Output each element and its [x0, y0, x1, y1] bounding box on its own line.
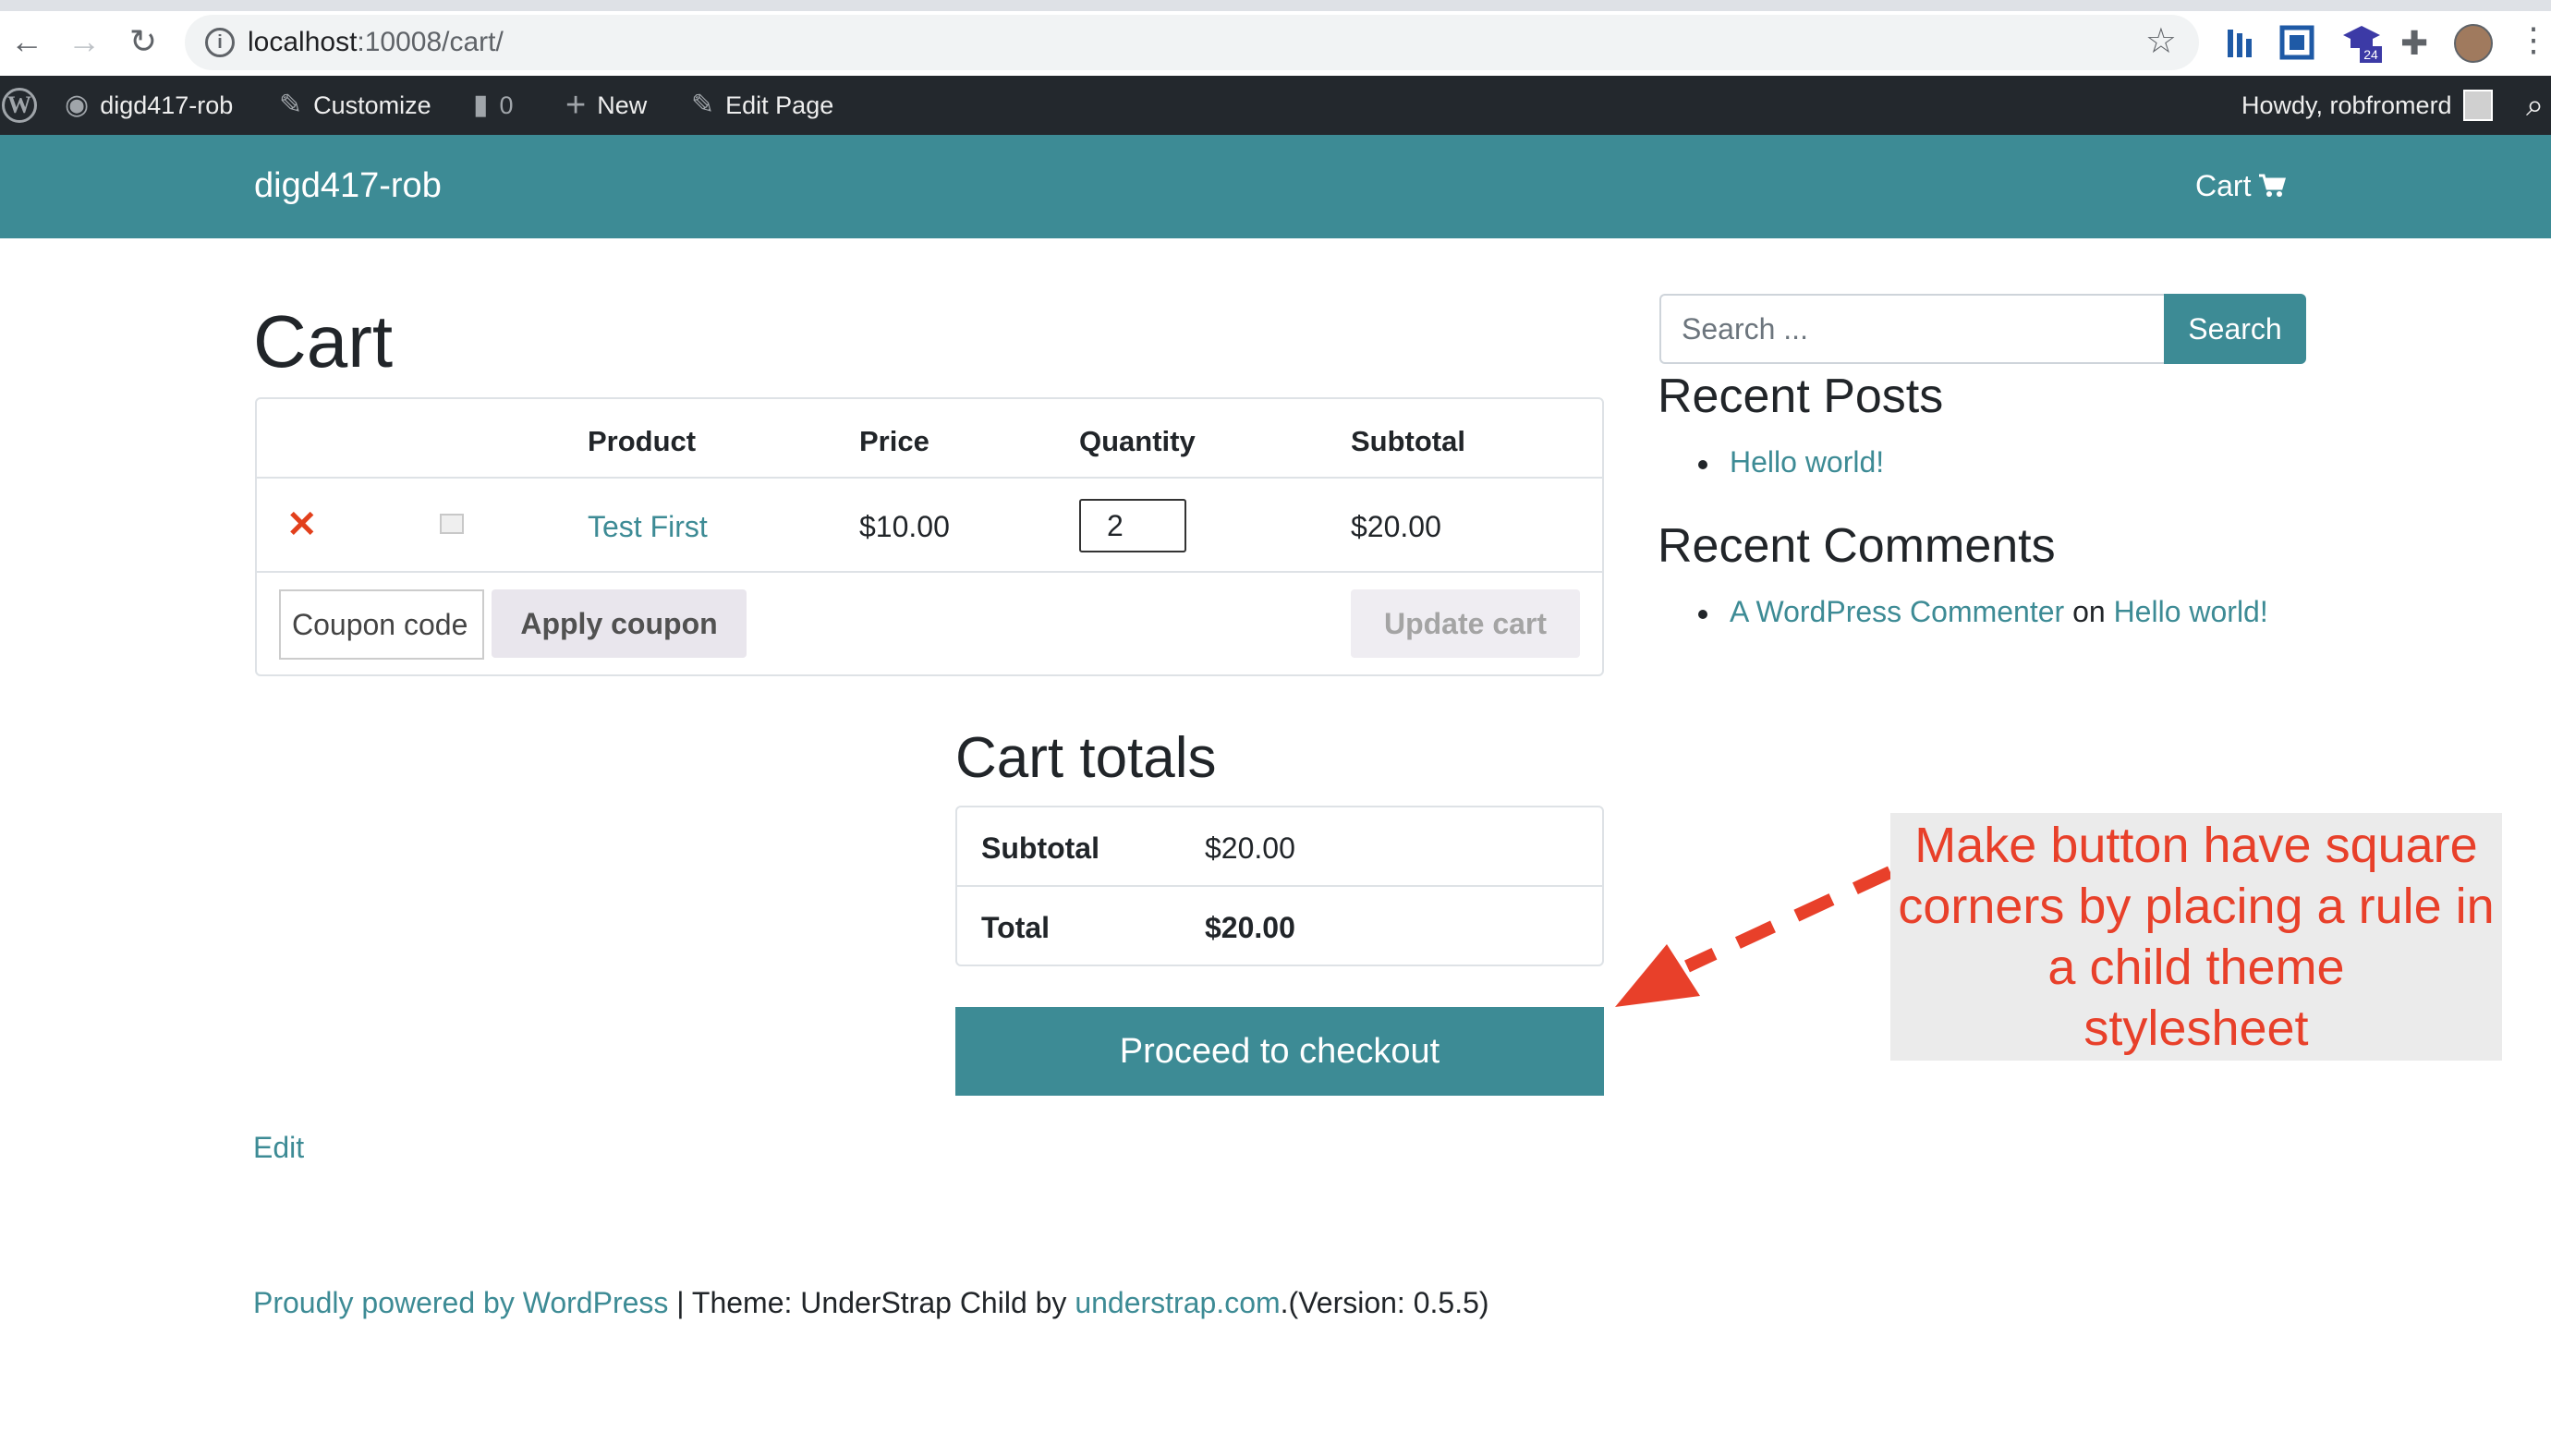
url-path: :10008/cart/: [357, 27, 504, 57]
product-thumbnail-placeholder[interactable]: [440, 514, 464, 534]
adminbar-new-link[interactable]: + New: [565, 76, 647, 135]
column-header-subtotal: Subtotal: [1351, 425, 1465, 457]
recent-comments-list: A WordPress Commenter on Hello world!: [1698, 593, 2268, 630]
annotation-line: a child theme: [2047, 940, 2345, 995]
url-host: localhost: [248, 27, 358, 57]
annotation-arrow: [1615, 866, 1893, 1007]
adminbar-comments-link[interactable]: ▮ 0: [473, 76, 514, 135]
powered-by-wordpress-link[interactable]: Proudly powered by WordPress: [253, 1286, 668, 1319]
proceed-to-checkout-button[interactable]: Proceed to checkout: [955, 1007, 1604, 1096]
totals-subtotal-label: Subtotal: [981, 831, 1099, 865]
understrap-link[interactable]: understrap.com: [1075, 1286, 1280, 1319]
paintbrush-icon: ✎: [279, 90, 303, 120]
user-avatar: [2462, 90, 2493, 121]
table-divider: [257, 571, 1602, 573]
edit-page-link[interactable]: Edit: [253, 1129, 304, 1166]
cart-totals-title: Cart totals: [955, 726, 1217, 790]
site-navbar: digd417-rob Cart: [0, 135, 2551, 238]
adminbar-search-icon[interactable]: ⌕: [2526, 76, 2544, 135]
comment-bubble-icon: ▮: [473, 90, 489, 120]
back-arrow-icon[interactable]: ←: [4, 18, 50, 65]
dashboard-icon: ◉: [65, 90, 90, 120]
page-title: Cart: [253, 300, 394, 382]
howdy-label: Howdy, robfromerd: [2241, 91, 2452, 119]
adminbar-edit-page-link[interactable]: ✎ Edit Page: [691, 76, 833, 135]
arrowhead: [1615, 944, 1700, 1007]
footer-version-text: .(Version: 0.5.5): [1280, 1286, 1489, 1319]
adminbar-edit-page-label: Edit Page: [725, 91, 834, 119]
list-bullet: [1698, 609, 1707, 619]
cart-totals-table: Subtotal $20.00 Total $20.00: [955, 806, 1604, 966]
site-info-icon[interactable]: i: [205, 28, 235, 57]
annotation-line: corners by placing a rule in: [1898, 879, 2495, 934]
coupon-code-input[interactable]: Coupon code: [279, 589, 484, 660]
reload-icon[interactable]: ↻: [120, 18, 166, 65]
recent-comments-title: Recent Comments: [1658, 519, 2056, 573]
apply-coupon-button[interactable]: Apply coupon: [492, 589, 747, 658]
pencil-icon: ✎: [691, 90, 715, 120]
comment-post-link[interactable]: Hello world!: [2114, 595, 2268, 628]
search-button[interactable]: Search: [2164, 294, 2306, 364]
totals-total-label: Total: [981, 911, 1051, 944]
adminbar-site-link[interactable]: ◉ digd417-rob: [65, 76, 233, 135]
product-price: $10.00: [859, 510, 950, 543]
bookmark-star-icon[interactable]: ☆: [2145, 20, 2177, 62]
extension-window-icon[interactable]: [2278, 24, 2315, 61]
recent-posts-title: Recent Posts: [1658, 370, 1944, 423]
annotation-line: stylesheet: [2083, 1001, 2309, 1056]
plus-icon: +: [565, 86, 587, 125]
browser-toolbar: ← → ↻ i localhost:10008/cart/ ☆ 24 ✚ ⋮: [0, 0, 2551, 76]
quantity-input[interactable]: 2: [1079, 499, 1186, 552]
nav-cart-label: Cart: [2195, 169, 2252, 202]
annotation-note: Make button have square corners by placi…: [1890, 813, 2502, 1061]
footer-theme-text: | Theme: UnderStrap Child by: [668, 1286, 1075, 1319]
product-subtotal: $20.00: [1351, 510, 1441, 543]
adminbar-customize-label: Customize: [313, 91, 431, 119]
url-text: localhost:10008/cart/: [248, 24, 504, 61]
adminbar-customize-link[interactable]: ✎ Customize: [279, 76, 431, 135]
update-cart-button[interactable]: Update cart: [1351, 589, 1580, 658]
search-input[interactable]: Search ...: [1659, 294, 2164, 364]
remove-item-icon[interactable]: ✕: [286, 506, 318, 543]
forward-arrow-icon[interactable]: →: [61, 18, 107, 65]
table-divider: [257, 477, 1602, 479]
cart-table: Product Price Quantity Subtotal ✕ Test F…: [255, 397, 1604, 676]
shopping-cart-icon: [2259, 174, 2287, 197]
extension-icon[interactable]: [2222, 24, 2259, 61]
wp-logo-menu[interactable]: W: [2, 76, 37, 135]
table-divider: [957, 885, 1602, 887]
adminbar-account-menu[interactable]: Howdy, robfromerd: [2241, 76, 2493, 135]
recent-posts-list: Hello world!: [1698, 443, 1884, 480]
comment-on-text: on: [2072, 595, 2106, 628]
site-title[interactable]: digd417-rob: [254, 163, 442, 209]
site-footer: Proudly powered by WordPress | Theme: Un…: [253, 1284, 1489, 1321]
adminbar-new-label: New: [597, 91, 648, 119]
totals-subtotal-value: $20.00: [1205, 831, 1295, 865]
product-name-link[interactable]: Test First: [588, 508, 708, 545]
address-bar[interactable]: i localhost:10008/cart/ ☆: [185, 15, 2199, 70]
annotation-line: Make button have square: [1914, 818, 2478, 873]
comments-count: 0: [499, 91, 514, 119]
puzzle-icon[interactable]: ✚: [2400, 24, 2428, 63]
list-bullet: [1698, 459, 1707, 469]
nav-cart-link[interactable]: Cart: [2195, 164, 2287, 207]
wp-admin-bar: W ◉ digd417-rob ✎ Customize ▮ 0 + New ✎ Edit …: [0, 76, 2551, 135]
extension-cap-icon[interactable]: 24: [2339, 20, 2384, 65]
totals-total-value: $20.00: [1205, 911, 1295, 944]
column-header-product: Product: [588, 425, 697, 457]
menu-kebab-icon[interactable]: ⋮: [2517, 20, 2550, 59]
recent-post-link[interactable]: Hello world!: [1730, 445, 1884, 479]
adminbar-site-label: digd417-rob: [100, 91, 234, 119]
column-header-quantity: Quantity: [1079, 425, 1196, 457]
comment-author-link[interactable]: A WordPress Commenter: [1730, 595, 2064, 628]
column-header-price: Price: [859, 425, 929, 457]
wordpress-logo-icon: W: [2, 88, 37, 123]
profile-avatar[interactable]: [2454, 24, 2493, 63]
extension-badge: 24: [2363, 47, 2378, 62]
